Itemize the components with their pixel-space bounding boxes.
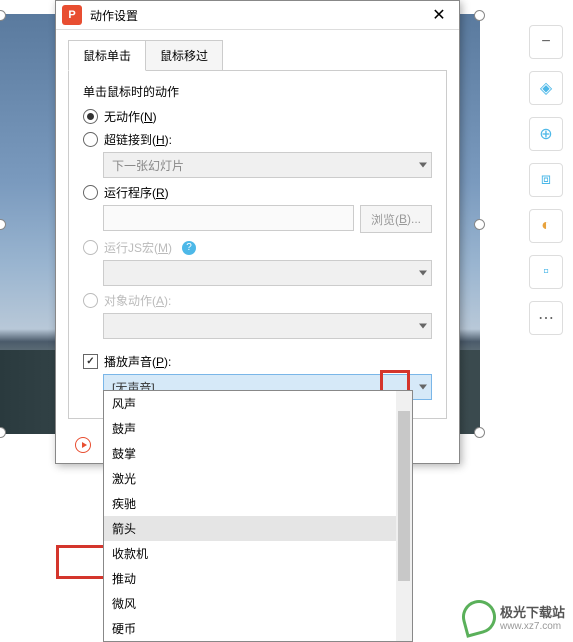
tab-mouse-over[interactable]: 鼠标移过 xyxy=(145,40,223,71)
list-item[interactable]: 鼓声 xyxy=(104,416,412,441)
radio-label: 无动作(N) xyxy=(104,108,157,125)
checkbox-icon xyxy=(83,354,98,369)
js-macro-select xyxy=(103,260,432,286)
list-item[interactable]: 硬币 xyxy=(104,616,412,641)
select-value: 下一张幻灯片 xyxy=(112,157,184,174)
program-path-input[interactable] xyxy=(103,205,354,231)
list-item[interactable]: 风声 xyxy=(104,391,412,416)
doc-button[interactable]: ▫ xyxy=(529,255,563,289)
list-item[interactable]: 收款机 xyxy=(104,541,412,566)
minus-button[interactable]: − xyxy=(529,25,563,59)
panel: 单击鼠标时的动作 无动作(N) 超链接到(H): 下一张幻灯片 运行程序(R) … xyxy=(68,70,447,419)
radio-hyperlink[interactable]: 超链接到(H): xyxy=(83,131,432,148)
list-item[interactable]: 激光 xyxy=(104,466,412,491)
watermark-icon xyxy=(458,596,500,638)
radio-icon xyxy=(83,293,98,308)
crop-button[interactable]: ⧈ xyxy=(529,163,563,197)
list-item[interactable]: 箭头 xyxy=(104,516,412,541)
radio-object-action: 对象动作(A): xyxy=(83,292,432,309)
chevron-down-icon xyxy=(419,385,427,390)
radio-label: 运行JS宏(M) xyxy=(104,239,172,256)
group-label: 单击鼠标时的动作 xyxy=(83,83,432,100)
chevron-down-icon xyxy=(419,163,427,168)
scrollbar[interactable] xyxy=(396,391,412,641)
checkbox-label: 播放声音(P): xyxy=(104,353,171,370)
tabs: 鼠标单击 鼠标移过 xyxy=(68,40,447,71)
help-icon[interactable]: ? xyxy=(182,241,196,255)
close-button[interactable]: ✕ xyxy=(419,1,459,29)
app-icon: P xyxy=(62,5,82,25)
radio-label: 运行程序(R) xyxy=(104,184,169,201)
radio-icon xyxy=(83,240,98,255)
tab-mouse-click[interactable]: 鼠标单击 xyxy=(68,40,146,71)
object-action-select xyxy=(103,313,432,339)
radio-icon xyxy=(83,109,98,124)
watermark-text: 极光下载站 xyxy=(500,602,565,621)
list-item[interactable]: 微风 xyxy=(104,591,412,616)
sidebar-tools: − ◈ ⊕ ⧈ ◐ ▫ ⋯ xyxy=(529,25,563,335)
radio-icon xyxy=(83,132,98,147)
radio-label: 超链接到(H): xyxy=(104,131,172,148)
layers-button[interactable]: ◈ xyxy=(529,71,563,105)
sound-dropdown-list: 风声 鼓声 鼓掌 激光 疾驰 箭头 收款机 推动 微风 硬币 xyxy=(103,390,413,642)
list-item[interactable]: 疾驰 xyxy=(104,491,412,516)
play-sample-button[interactable] xyxy=(75,437,91,453)
chevron-down-icon xyxy=(419,271,427,276)
radio-icon xyxy=(83,185,98,200)
scrollbar-thumb[interactable] xyxy=(398,411,410,581)
radio-label: 对象动作(A): xyxy=(104,292,171,309)
watermark: 极光下载站 www.xz7.com xyxy=(462,600,565,634)
titlebar: P 动作设置 ✕ xyxy=(56,1,459,30)
list-item[interactable]: 鼓掌 xyxy=(104,441,412,466)
dialog-title: 动作设置 xyxy=(90,7,419,24)
hyperlink-select[interactable]: 下一张幻灯片 xyxy=(103,152,432,178)
bulb-button[interactable]: ◐ xyxy=(529,209,563,243)
radio-none[interactable]: 无动作(N) xyxy=(83,108,432,125)
browse-button[interactable]: 浏览(B)... xyxy=(360,205,432,233)
radio-run-program[interactable]: 运行程序(R) xyxy=(83,184,432,201)
chevron-down-icon xyxy=(419,324,427,329)
zoom-button[interactable]: ⊕ xyxy=(529,117,563,151)
more-button[interactable]: ⋯ xyxy=(529,301,563,335)
watermark-url: www.xz7.com xyxy=(500,621,565,632)
list-item[interactable]: 推动 xyxy=(104,566,412,591)
play-sound-checkbox[interactable]: 播放声音(P): xyxy=(83,353,432,370)
radio-run-js: 运行JS宏(M) ? xyxy=(83,239,432,256)
